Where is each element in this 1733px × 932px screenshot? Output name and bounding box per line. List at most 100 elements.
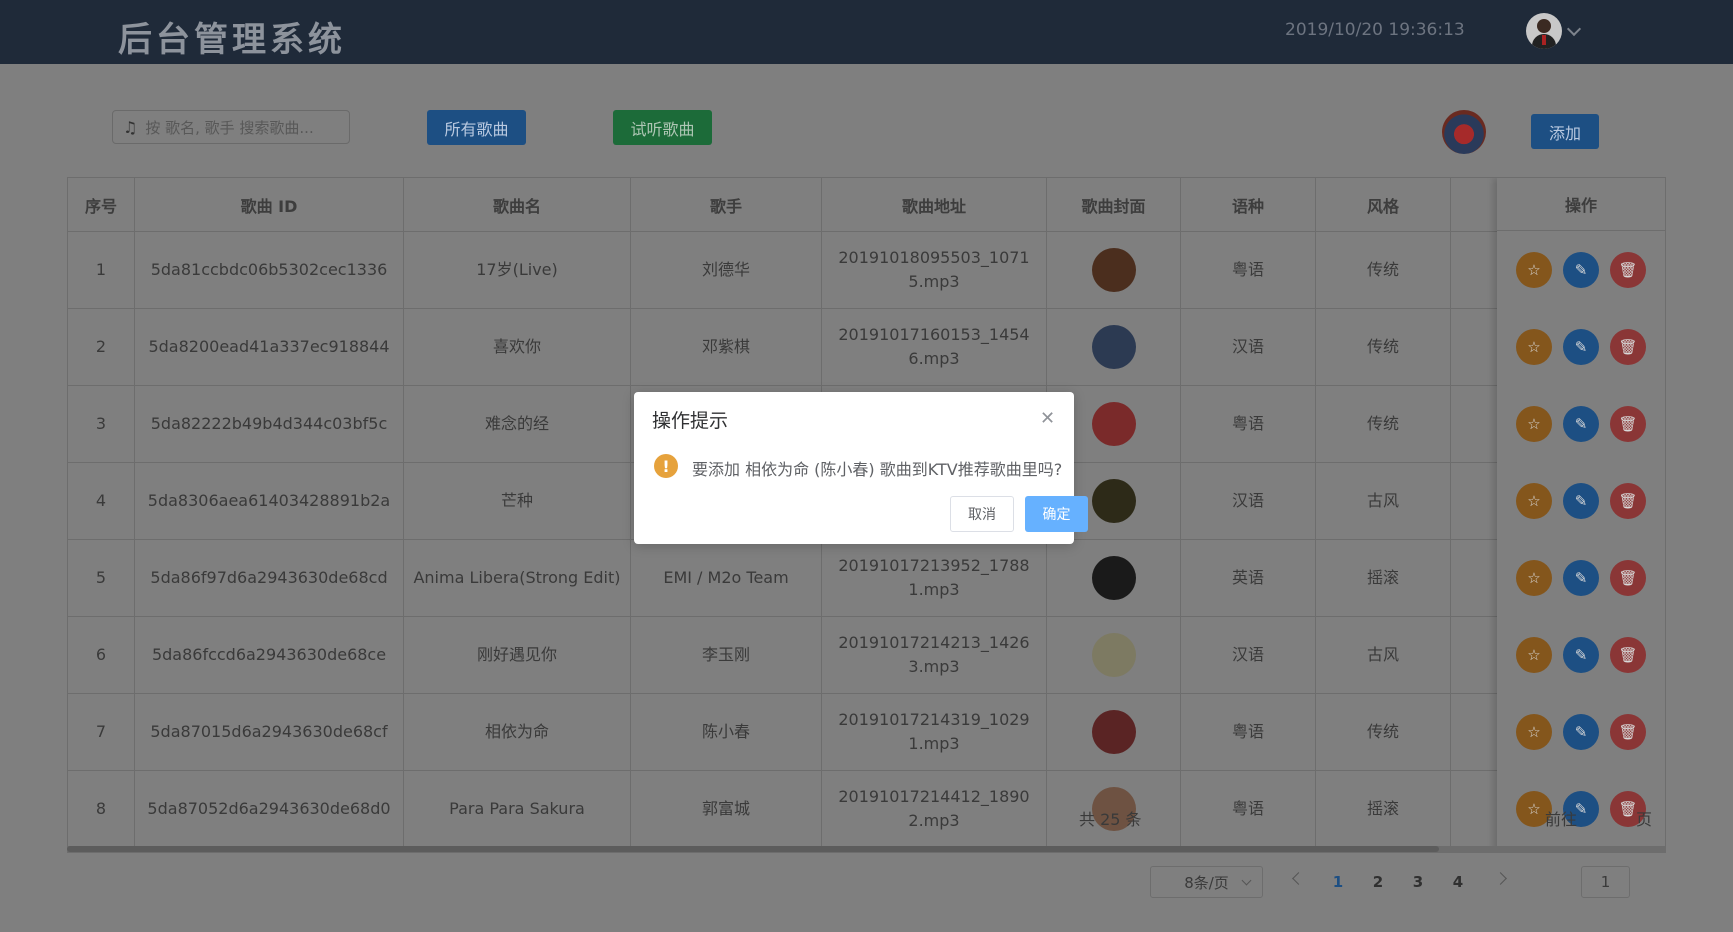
search-input[interactable]: ♫ 按 歌名, 歌手 搜索歌曲... [112, 110, 350, 144]
cell-style: 传统 [1316, 308, 1451, 385]
delete-icon[interactable]: 🗑 [1610, 559, 1646, 596]
page-number[interactable]: 2 [1363, 866, 1393, 898]
star-icon[interactable]: ☆ [1516, 251, 1552, 288]
table-row: 7 5da87015d6a2943630de68cf 相依为命 陈小春 20191017… [68, 693, 1665, 771]
cell-url: 20191017160153_14546.mp3 [822, 308, 1047, 385]
cell-id: 5da86f97d6a2943630de68cd [135, 539, 404, 616]
edit-icon[interactable]: ✎ [1563, 713, 1599, 750]
delete-icon[interactable]: 🗑 [1610, 405, 1646, 442]
trial-songs-button[interactable]: 试听歌曲 [613, 110, 712, 145]
cell-language: 粤语 [1181, 693, 1316, 770]
column-header: 歌手 [631, 178, 822, 231]
song-cover-cell [1047, 231, 1181, 308]
confirm-dialog: 操作提示 ✕ ! 要添加 相依为命 (陈小春) 歌曲到KTV推荐歌曲里吗? 取消… [634, 392, 1088, 544]
song-cover-image [1091, 478, 1136, 523]
row-actions: ☆ ✎ 🗑 [1497, 462, 1665, 539]
cell-index: 1 [68, 231, 135, 308]
cell-style: 摇滚 [1316, 770, 1451, 847]
delete-icon[interactable]: 🗑 [1610, 636, 1646, 673]
confirm-button[interactable]: 确定 [1025, 496, 1088, 532]
cell-style: 古风 [1316, 616, 1451, 693]
table-row: 8 5da87052d6a2943630de68d0 Para Para Sakur… [68, 770, 1665, 848]
cell-name: 刚好遇见你 [404, 616, 631, 693]
search-placeholder: 按 歌名, 歌手 搜索歌曲... [145, 118, 314, 137]
edit-icon[interactable]: ✎ [1563, 482, 1599, 519]
edit-icon[interactable]: ✎ [1563, 405, 1599, 442]
chevron-down-icon[interactable] [1566, 21, 1582, 37]
cell-singer: 刘德华 [631, 231, 822, 308]
table-header: 序号歌曲 ID歌曲名歌手歌曲地址歌曲封面语种风格播放 [68, 178, 1665, 232]
cancel-button[interactable]: 取消 [950, 496, 1014, 532]
delete-icon[interactable]: 🗑 [1610, 328, 1646, 365]
table-row: 5 5da86f97d6a2943630de68cd Anima Libera(St… [68, 539, 1665, 617]
cell-id: 5da82222b49b4d344c03bf5c [135, 385, 404, 462]
horizontal-scrollbar[interactable] [67, 846, 1666, 852]
edit-icon[interactable]: ✎ [1563, 328, 1599, 365]
cell-name: Para Para Sakura [404, 770, 631, 847]
cell-url: 20191017213952_17881.mp3 [822, 539, 1047, 616]
column-header: 风格 [1316, 178, 1451, 231]
cell-index: 8 [68, 770, 135, 847]
cell-singer: 邓紫棋 [631, 308, 822, 385]
goto-label: 前往 [1545, 810, 1578, 829]
song-cover-image [1091, 324, 1136, 369]
cell-singer: EMI / M2o Team [631, 539, 822, 616]
dialog-title: 操作提示 [652, 410, 729, 432]
song-cover-cell [1047, 308, 1181, 385]
all-songs-button[interactable]: 所有歌曲 [427, 110, 526, 145]
cell-index: 5 [68, 539, 135, 616]
row-actions: ☆ ✎ 🗑 [1497, 231, 1665, 308]
scrollbar-thumb[interactable] [67, 846, 1439, 852]
cell-name: 相依为命 [404, 693, 631, 770]
song-cover-cell [1047, 616, 1181, 693]
star-icon[interactable]: ☆ [1516, 713, 1552, 750]
cell-index: 6 [68, 616, 135, 693]
delete-icon[interactable]: 🗑 [1610, 251, 1646, 288]
page-size-select[interactable]: 8条/页 [1150, 866, 1263, 898]
cell-name: 芒种 [404, 462, 631, 539]
row-actions: ☆ ✎ 🗑 [1497, 385, 1665, 462]
cell-name: 17岁(Live) [404, 231, 631, 308]
column-header: 歌曲封面 [1047, 178, 1181, 231]
chevron-down-icon [1241, 875, 1252, 886]
edit-icon[interactable]: ✎ [1563, 636, 1599, 673]
app-title: 后台管理系统 [118, 20, 346, 60]
song-cover-image [1091, 555, 1136, 600]
cell-url: 20191017214213_14263.mp3 [822, 616, 1047, 693]
song-cover-image [1091, 247, 1136, 292]
row-actions: ☆ ✎ 🗑 [1497, 693, 1665, 770]
column-header: 序号 [68, 178, 135, 231]
song-cover-image [1091, 401, 1136, 446]
edit-icon[interactable]: ✎ [1563, 559, 1599, 596]
row-actions: ☆ ✎ 🗑 [1497, 616, 1665, 693]
cell-style: 传统 [1316, 693, 1451, 770]
column-header: 歌曲地址 [822, 178, 1047, 231]
add-button[interactable]: 添加 [1531, 114, 1599, 149]
cell-name: Anima Libera(Strong Edit) [404, 539, 631, 616]
close-icon[interactable]: ✕ [1040, 408, 1055, 429]
page-number[interactable]: 1 [1323, 866, 1353, 898]
user-avatar[interactable] [1526, 13, 1562, 49]
page-number[interactable]: 3 [1403, 866, 1433, 898]
selected-cover-thumbnail [1442, 110, 1486, 154]
star-icon[interactable]: ☆ [1516, 405, 1552, 442]
cell-name: 喜欢你 [404, 308, 631, 385]
star-icon[interactable]: ☆ [1516, 636, 1552, 673]
cell-url: 20191017214319_10291.mp3 [822, 693, 1047, 770]
cell-id: 5da8200ead41a337ec918844 [135, 308, 404, 385]
delete-icon[interactable]: 🗑 [1610, 482, 1646, 519]
top-header: 后台管理系统 2019/10/20 19:36:13 [0, 0, 1733, 64]
star-icon[interactable]: ☆ [1516, 559, 1552, 596]
cell-index: 2 [68, 308, 135, 385]
star-icon[interactable]: ☆ [1516, 482, 1552, 519]
cell-id: 5da87015d6a2943630de68cf [135, 693, 404, 770]
delete-icon[interactable]: 🗑 [1610, 713, 1646, 750]
page-number[interactable]: 4 [1443, 866, 1473, 898]
cell-id: 5da86fccd6a2943630de68ce [135, 616, 404, 693]
edit-icon[interactable]: ✎ [1563, 251, 1599, 288]
star-icon[interactable]: ☆ [1516, 328, 1552, 365]
pagination-total: 共 25 条 [1079, 810, 1142, 829]
goto-page-input[interactable]: 1 [1581, 866, 1630, 898]
cell-style: 古风 [1316, 462, 1451, 539]
row-actions: ☆ ✎ 🗑 [1497, 308, 1665, 385]
